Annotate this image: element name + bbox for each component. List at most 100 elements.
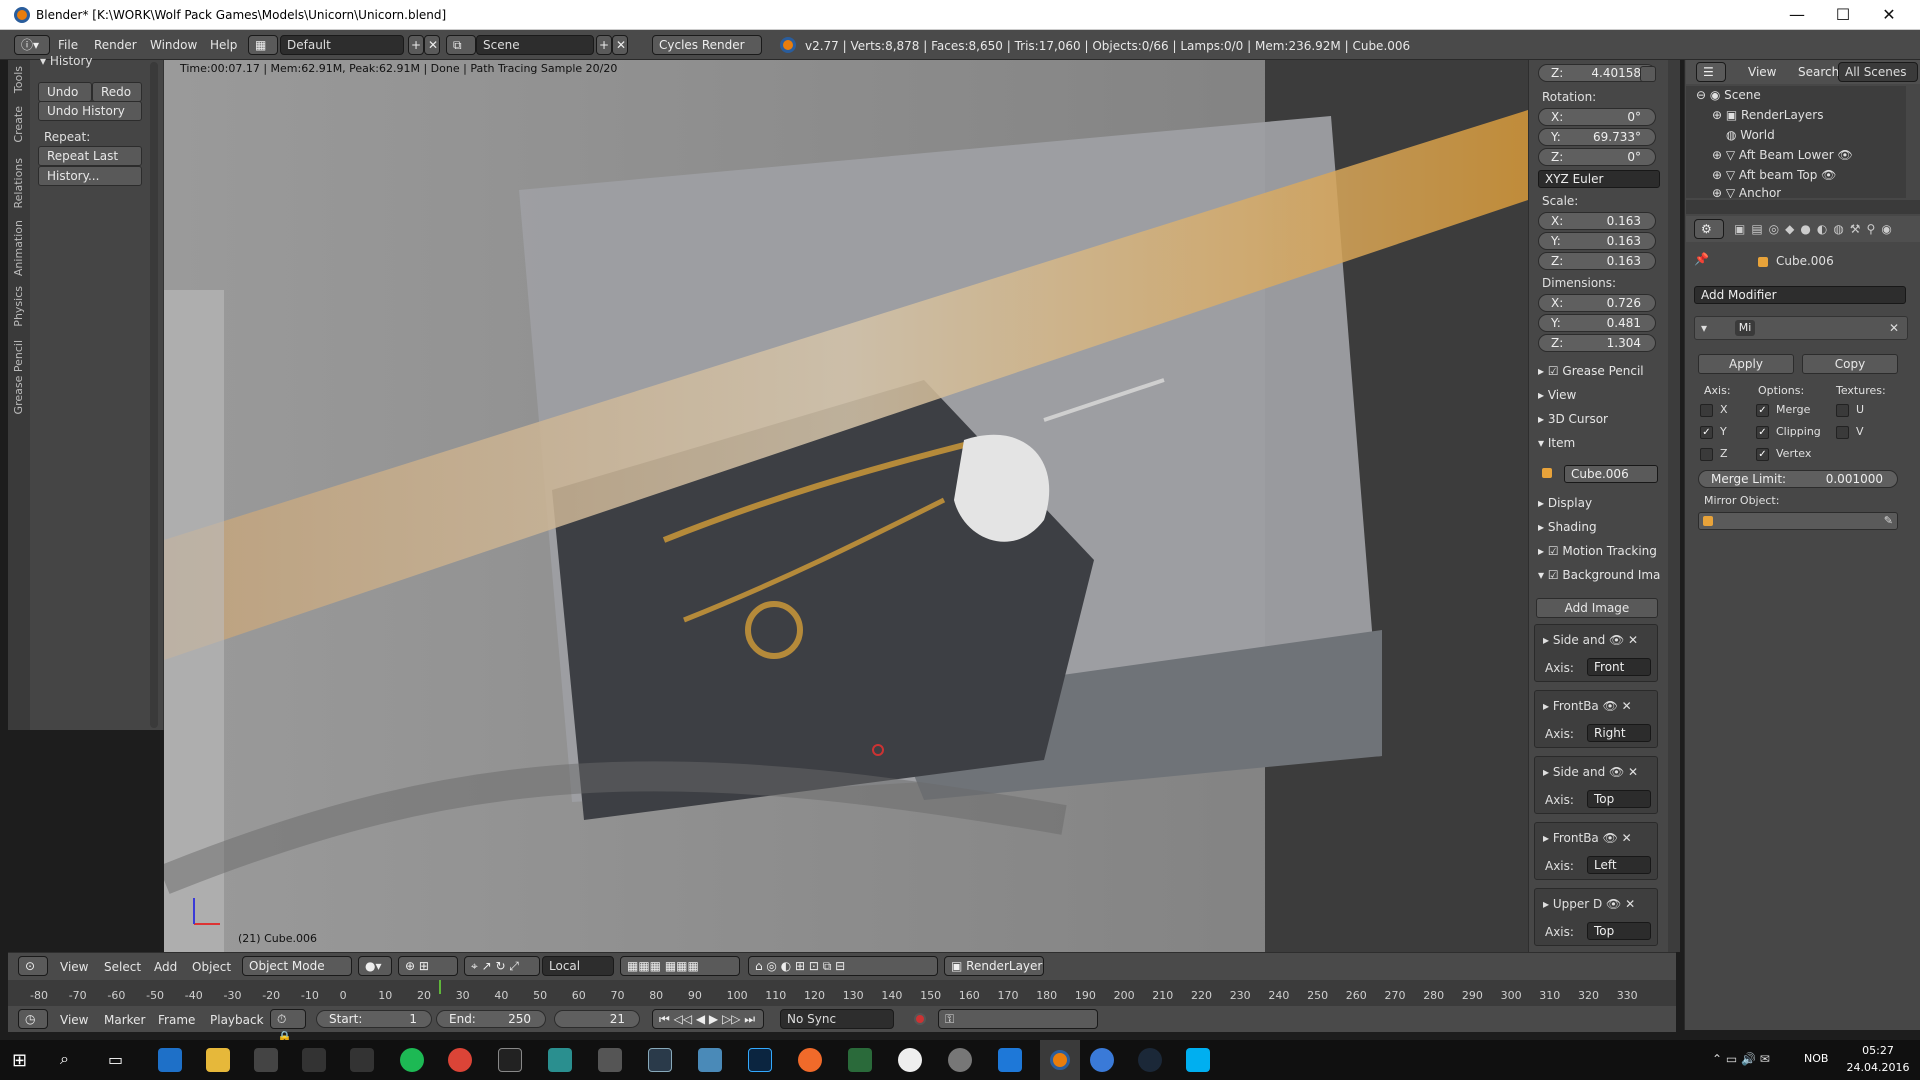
menu-file[interactable]: File [58,38,78,52]
timeline-playback-menu[interactable]: Playback [210,1013,264,1027]
maximize-button[interactable]: ☐ [1820,0,1866,30]
dimension-x-field[interactable]: X: 0.726 [1538,294,1656,312]
rotation-x-field[interactable]: X: 0° [1538,108,1656,126]
preview-range-icons[interactable]: ⏱ 🔒 [270,1009,306,1044]
tab-relations[interactable]: Relations [12,158,25,209]
shading-icon[interactable]: ●▾ [358,956,392,976]
keying-set-field[interactable]: ⚿ [938,1009,1098,1029]
repeat-last-button[interactable]: Repeat Last [38,146,142,166]
copy-modifier-button[interactable]: Copy [1802,354,1898,374]
app-icon[interactable] [350,1048,374,1072]
item-name-field[interactable]: Cube.006 [1564,465,1658,483]
7zip-icon[interactable] [498,1048,522,1072]
bg-image-3[interactable]: ▸ Side and 👁 ✕ Axis: Top [1534,756,1658,814]
bg-image-5[interactable]: ▸ Upper D 👁 ✕ Axis: Top [1534,888,1658,946]
dimension-y-field[interactable]: Y: 0.481 [1538,314,1656,332]
add-scene-button[interactable]: + [596,35,612,55]
outliner-view-menu[interactable]: View [1748,65,1776,79]
scene-icon[interactable]: ⧉ [446,35,476,55]
dimension-z-field[interactable]: Z: 1.304 [1538,334,1656,352]
scale-x-field[interactable]: X: 0.163 [1538,212,1656,230]
panel-motion-tracking[interactable]: ▸ ☑ Motion Tracking [1538,544,1657,558]
pin-icon[interactable]: 📌 [1694,252,1709,266]
skype-icon[interactable] [1186,1048,1210,1072]
outliner-item-world[interactable]: ◍ World [1726,128,1775,142]
blender-taskbar-icon[interactable] [1040,1040,1080,1080]
panel-background-images[interactable]: ▾ ☑ Background Ima [1538,568,1660,582]
bg-image-2-axis[interactable]: Right [1587,724,1651,742]
app-icon[interactable] [598,1048,622,1072]
playback-controls[interactable]: ⏮ ◁◁ ◀ ▶ ▷▷ ⏭ [652,1009,764,1029]
outliner-search-menu[interactable]: Search [1798,65,1839,79]
scale-z-field[interactable]: Z: 0.163 [1538,252,1656,270]
outliner-item-aft-beam-top[interactable]: ⊕ ▽ Aft beam Top 👁 [1712,168,1836,182]
steam-icon[interactable] [1138,1048,1162,1072]
panel-item[interactable]: ▾ Item [1538,436,1575,450]
timeline-marker-menu[interactable]: Marker [104,1013,145,1027]
mirror-modifier-header[interactable]: ▾ Mi ✕ [1694,316,1908,340]
panel-display[interactable]: ▸ Display [1538,496,1592,510]
3d-viewport[interactable]: Time:00:07.17 | Mem:62.91M, Peak:62.91M … [164,60,1528,952]
start-icon[interactable]: ⊞ [12,1050,27,1071]
sync-selector[interactable]: No Sync [780,1009,894,1029]
checkbox[interactable]: ✓ [1756,448,1769,461]
layout-icon[interactable]: ▦ [248,35,278,55]
properties-context-tabs[interactable]: ▣▤◎◆●◐◍⚒⚲◉ [1734,222,1898,236]
properties-editor-icon[interactable]: ⚙ [1694,219,1724,239]
eyedropper-icon[interactable]: ✎ [1884,514,1893,527]
search-icon[interactable]: ⌕ [60,1049,69,1069]
app-icon[interactable] [948,1048,972,1072]
bg-image-4[interactable]: ▸ FrontBa 👁 ✕ Axis: Left [1534,822,1658,880]
timeline-frame-menu[interactable]: Frame [158,1013,195,1027]
editor-type-timeline-icon[interactable]: ◷ [18,1009,48,1029]
menu-window[interactable]: Window [150,38,197,52]
system-tray-icons[interactable]: ⌃ ▭ 🔊 ✉ [1712,1052,1770,1066]
undo-history-button[interactable]: Undo History [38,101,142,121]
add-image-button[interactable]: Add Image [1536,598,1658,618]
record-icon[interactable] [914,1013,926,1025]
history-button[interactable]: History... [38,166,142,186]
remove-layout-button[interactable]: ✕ [424,35,440,55]
scene-selector[interactable]: Scene [476,35,594,55]
rotation-z-field[interactable]: Z: 0° [1538,148,1656,166]
npanel-scrollbar[interactable] [1668,60,1680,952]
snap-tools-icons[interactable]: ⌂ ◎ ◐ ⊞ ⊡ ⧉ ⊟ [748,956,938,976]
tab-physics[interactable]: Physics [12,286,25,327]
task-view-icon[interactable]: ▭ [108,1050,123,1069]
close-button[interactable]: ✕ [1866,0,1912,30]
panel-grease-pencil[interactable]: ▸ ☑ Grease Pencil [1538,364,1644,378]
render-layer-field[interactable]: ▣ RenderLayer [944,956,1044,976]
redo-button[interactable]: Redo [92,82,142,102]
checkbox[interactable]: ✓ [1756,426,1769,439]
bg-image-3-axis[interactable]: Top [1587,790,1651,808]
origin-icon[interactable] [798,1048,822,1072]
render-engine-selector[interactable]: Cycles Render [652,35,762,55]
current-frame-marker[interactable] [439,980,441,994]
pivot-icon[interactable]: ⊕ ⊞ [398,956,458,976]
end-frame-field[interactable]: End: 250 [436,1010,546,1028]
outliner-item-scene[interactable]: ⊖ ◉ Scene [1696,88,1761,102]
outliner-editor-icon[interactable]: ☰ [1696,62,1726,82]
checkbox[interactable]: ✓ [1756,404,1769,417]
outliner-display-mode[interactable]: All Scenes [1838,62,1918,82]
tool-shelf-scrollbar[interactable] [150,62,158,728]
menu-select[interactable]: Select [104,960,141,974]
lock-icon[interactable] [1640,66,1656,82]
rotation-y-field[interactable]: Y: 69.733° [1538,128,1656,146]
merge-limit-field[interactable]: Merge Limit: 0.001000 [1698,470,1898,488]
mirror-object-field[interactable]: ✎ [1698,512,1898,530]
lightroom-icon[interactable] [648,1048,672,1072]
app-icon[interactable] [548,1048,572,1072]
tab-tools[interactable]: Tools [12,66,25,93]
manipulator-icons[interactable]: ⌖ ↗ ↻ ⤢ [464,956,540,976]
tab-grease-pencil[interactable]: Grease Pencil [12,340,25,414]
clock-time[interactable]: 05:27 [1850,1044,1906,1057]
location-z-field[interactable]: Z: 4.40158 [1538,64,1656,82]
app-icon[interactable] [998,1048,1022,1072]
outliner-hscrollbar[interactable] [1686,200,1920,214]
bg-image-5-axis[interactable]: Top [1587,922,1651,940]
spotify-icon[interactable] [400,1048,424,1072]
timeline-view-menu[interactable]: View [60,1013,88,1027]
menu-object[interactable]: Object [192,960,231,974]
menu-render[interactable]: Render [94,38,137,52]
